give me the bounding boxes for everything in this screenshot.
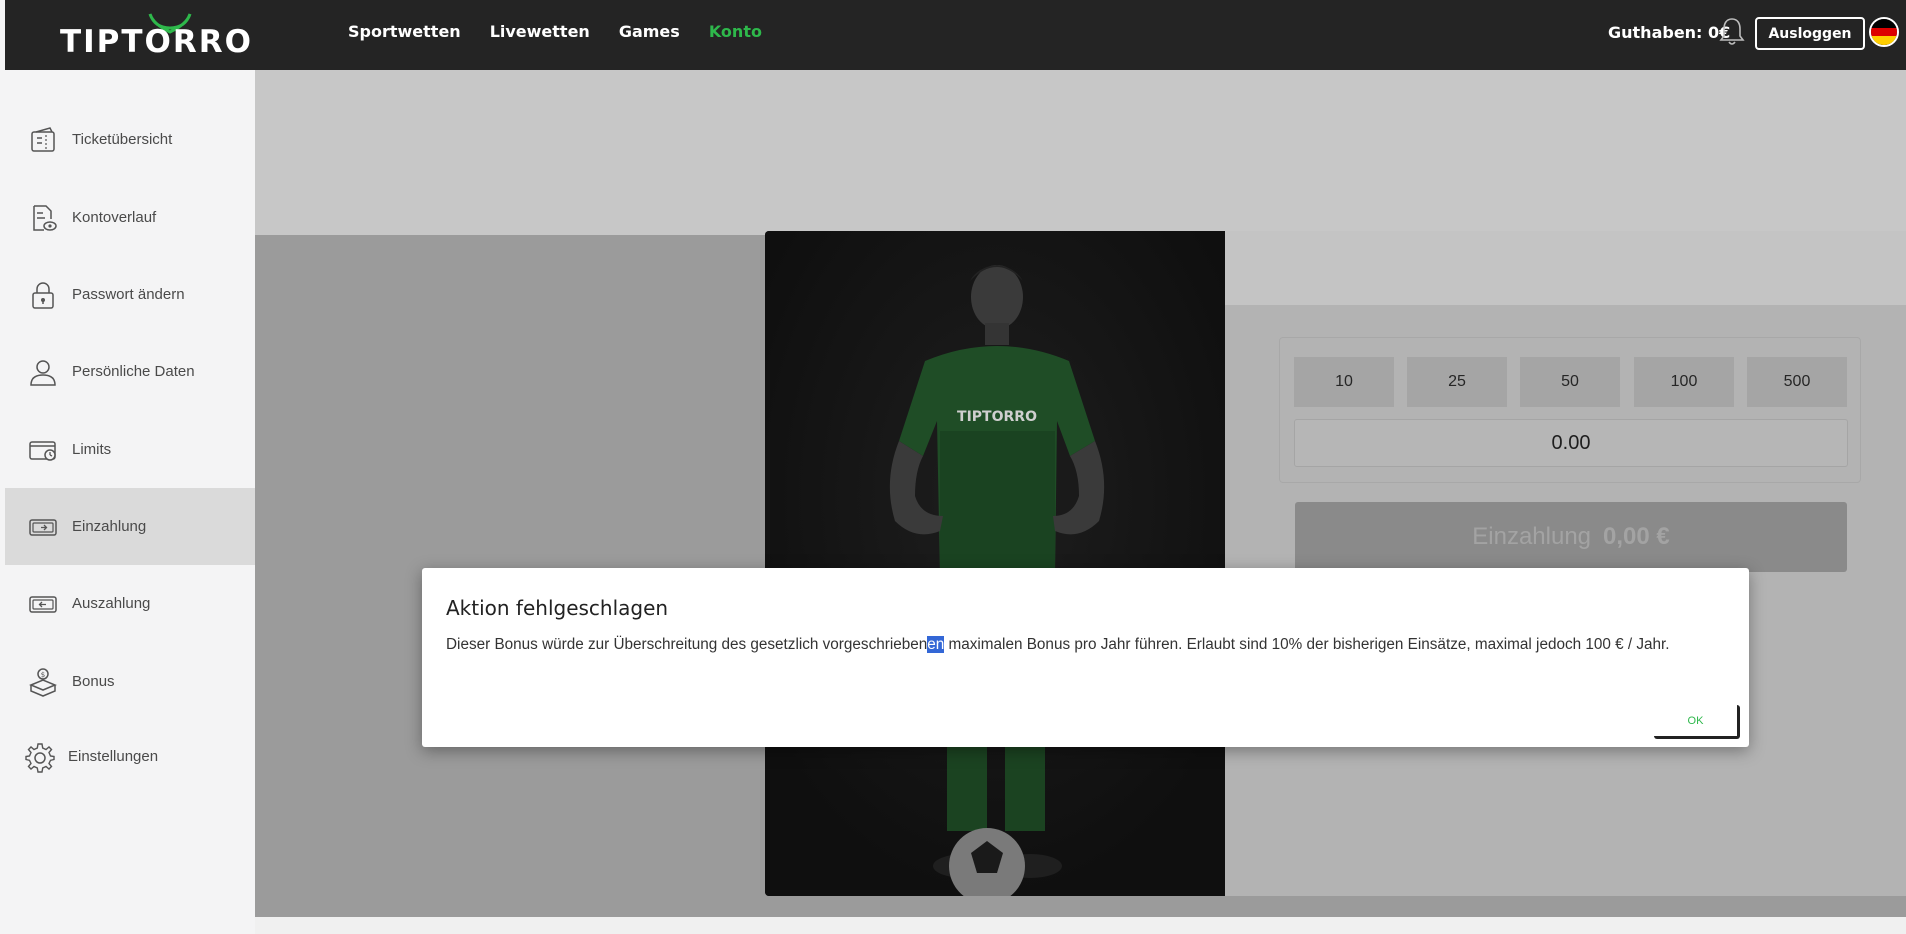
svg-text:TIPTORRO: TIPTORRO xyxy=(957,409,1037,425)
withdrawal-icon xyxy=(27,588,59,620)
limits-icon xyxy=(27,434,59,466)
nav-games[interactable]: Games xyxy=(619,22,680,41)
sidebar-item-label: Passwort ändern xyxy=(72,286,185,303)
main-content-overlay: TIPTORRO 10 25 50 100 500 0.00 Einzahlun… xyxy=(255,70,1906,917)
sidebar-item-label: Auszahlung xyxy=(72,595,151,612)
sidebar-item-einstellungen[interactable]: Einstellungen xyxy=(5,718,255,795)
nav-livewetten[interactable]: Livewetten xyxy=(490,22,590,41)
gear-icon xyxy=(23,741,55,773)
sidebar-item-label: Limits xyxy=(72,441,112,458)
lock-icon xyxy=(27,279,59,311)
deposit-amount-input[interactable]: 0.00 xyxy=(1294,419,1848,467)
dialog-message: Dieser Bonus würde zur Überschreitung de… xyxy=(446,636,1670,654)
ticket-icon xyxy=(27,124,59,156)
deposit-button-label: Einzahlung xyxy=(1472,523,1592,550)
promo-player-image: TIPTORRO xyxy=(765,231,1225,896)
dialog-message-selected: en xyxy=(927,636,945,653)
sidebar-item-label: Persönliche Daten xyxy=(72,363,195,380)
sidebar-item-bonus[interactable]: $ Bonus xyxy=(5,643,255,720)
account-sidebar: Ticketübersicht Kontoverlauf Passwort än… xyxy=(5,70,255,934)
logo-text: TIPTORRO xyxy=(60,24,253,60)
user-icon xyxy=(27,356,59,388)
deposit-button-amount: 0,00 € xyxy=(1603,523,1670,550)
svg-text:$: $ xyxy=(41,671,45,679)
nav-sportwetten[interactable]: Sportwetten xyxy=(348,22,461,41)
sidebar-item-persoenliche-daten[interactable]: Persönliche Daten xyxy=(5,333,255,410)
main-top-band xyxy=(255,70,1906,235)
sidebar-item-label: Bonus xyxy=(72,673,115,690)
sidebar-item-auszahlung[interactable]: Auszahlung xyxy=(5,565,255,642)
dialog-message-end: maximalen Bonus pro Jahr führen. Erlaubt… xyxy=(944,636,1670,653)
sidebar-item-label: Kontoverlauf xyxy=(72,209,157,226)
page-footer-strip xyxy=(255,917,1906,934)
ok-button[interactable]: OK xyxy=(1654,705,1740,739)
logo[interactable]: TIPTORRO xyxy=(55,6,265,64)
balance-display: Guthaben: 0€ xyxy=(1608,23,1731,42)
sidebar-item-label: Einzahlung xyxy=(72,518,147,535)
amount-button-50[interactable]: 50 xyxy=(1520,357,1620,407)
sidebar-item-limits[interactable]: Limits xyxy=(5,411,255,488)
dialog-message-start: Dieser Bonus würde zur Überschreitung de… xyxy=(446,636,928,653)
sidebar-item-label: Einstellungen xyxy=(68,748,159,765)
sidebar-item-einzahlung[interactable]: Einzahlung xyxy=(5,488,255,565)
amount-button-25[interactable]: 25 xyxy=(1407,357,1507,407)
deposit-submit-button[interactable]: Einzahlung 0,00 € xyxy=(1295,502,1847,572)
sidebar-item-ticketuebersicht[interactable]: Ticketübersicht xyxy=(5,101,255,178)
amount-button-500[interactable]: 500 xyxy=(1747,357,1847,407)
main-nav: Sportwetten Livewetten Games Konto xyxy=(348,22,762,41)
deposit-card: TIPTORRO 10 25 50 100 500 0.00 Einzahlun… xyxy=(765,231,1906,896)
german-flag-icon[interactable] xyxy=(1869,17,1899,47)
bonus-icon: $ xyxy=(27,666,59,698)
logout-button[interactable]: Ausloggen xyxy=(1755,17,1865,50)
amount-button-100[interactable]: 100 xyxy=(1634,357,1734,407)
deposit-icon xyxy=(27,511,59,543)
deposit-amount-box: 10 25 50 100 500 0.00 xyxy=(1279,337,1861,483)
sidebar-item-label: Ticketübersicht xyxy=(72,131,173,148)
amount-button-10[interactable]: 10 xyxy=(1294,357,1394,407)
bell-icon[interactable] xyxy=(1719,16,1745,46)
account-history-icon xyxy=(27,202,59,234)
dialog-title: Aktion fehlgeschlagen xyxy=(446,596,669,620)
sidebar-item-passwort[interactable]: Passwort ändern xyxy=(5,256,255,333)
sidebar-item-kontoverlauf[interactable]: Kontoverlauf xyxy=(5,179,255,256)
error-dialog: Aktion fehlgeschlagen Dieser Bonus würde… xyxy=(422,568,1749,747)
top-header: TIPTORRO Sportwetten Livewetten Games Ko… xyxy=(5,0,1906,70)
nav-konto[interactable]: Konto xyxy=(709,22,762,41)
